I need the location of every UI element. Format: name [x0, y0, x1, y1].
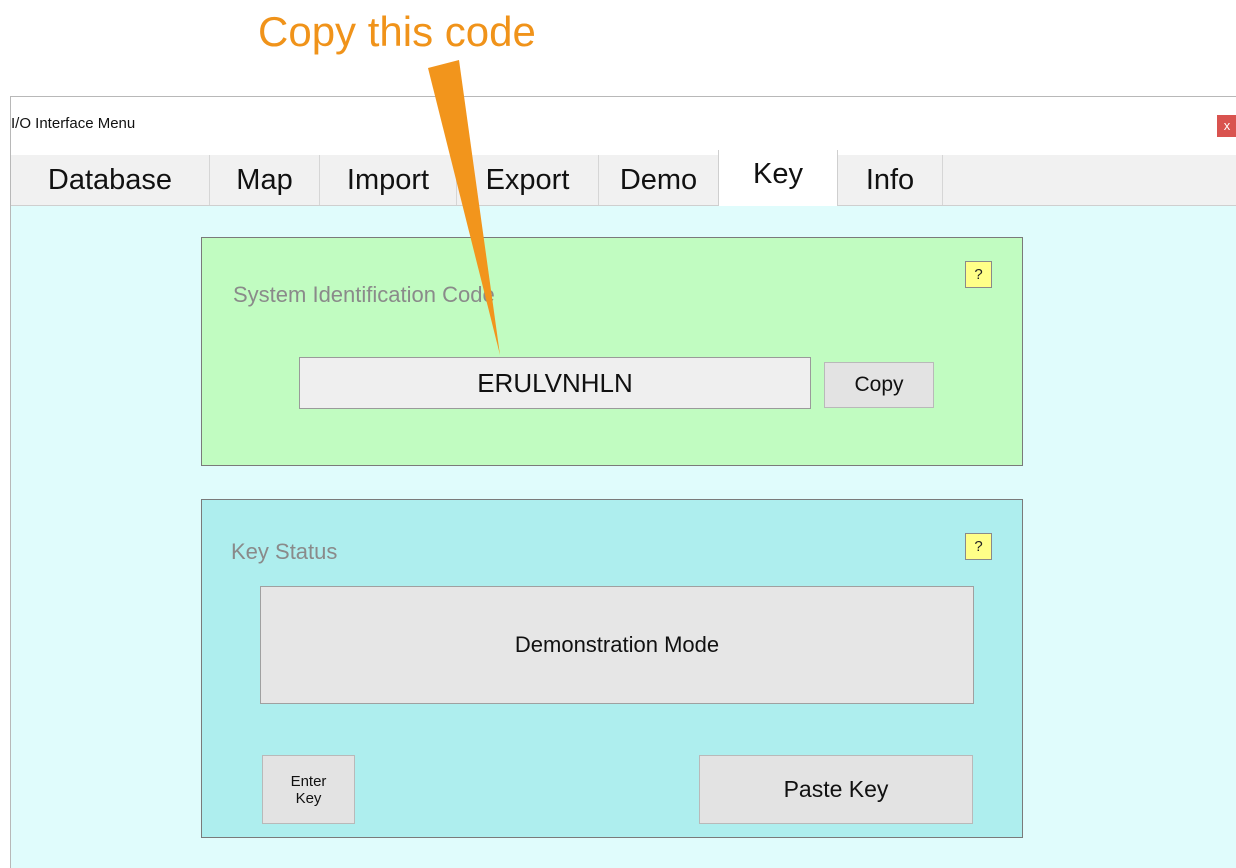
- system-id-panel: System Identification Code ? ERULVNHLN C…: [201, 237, 1023, 466]
- close-button[interactable]: x: [1217, 115, 1236, 137]
- key-status-help-button[interactable]: ?: [965, 533, 992, 560]
- tab-map[interactable]: Map: [210, 155, 320, 205]
- enter-key-line2: Key: [295, 789, 322, 807]
- io-interface-window: I/O Interface Menu x Database Map Import…: [10, 96, 1236, 868]
- title-bar: I/O Interface Menu x: [11, 97, 1236, 155]
- tab-import[interactable]: Import: [320, 155, 457, 205]
- tab-export[interactable]: Export: [457, 155, 599, 205]
- tab-bar: Database Map Import Export Demo Key Info: [11, 150, 1236, 206]
- system-id-help-button[interactable]: ?: [965, 261, 992, 288]
- window-title: I/O Interface Menu: [11, 115, 136, 132]
- key-status-panel: Key Status ? Demonstration Mode Enter Ke…: [201, 499, 1023, 838]
- annotation-text: Copy this code: [258, 8, 536, 55]
- system-id-code-field[interactable]: ERULVNHLN: [299, 357, 811, 409]
- system-id-label: System Identification Code: [233, 282, 495, 307]
- key-status-label: Key Status: [231, 539, 338, 564]
- enter-key-button[interactable]: Enter Key: [262, 755, 355, 824]
- key-tab-content: System Identification Code ? ERULVNHLN C…: [11, 206, 1236, 868]
- tab-key[interactable]: Key: [718, 150, 838, 206]
- copy-button[interactable]: Copy: [824, 362, 934, 408]
- paste-key-button[interactable]: Paste Key: [699, 755, 973, 824]
- key-status-display: Demonstration Mode: [260, 586, 974, 704]
- tab-demo[interactable]: Demo: [599, 155, 719, 205]
- enter-key-line1: Enter: [290, 772, 327, 790]
- tab-info[interactable]: Info: [838, 155, 943, 205]
- tab-database[interactable]: Database: [11, 155, 210, 205]
